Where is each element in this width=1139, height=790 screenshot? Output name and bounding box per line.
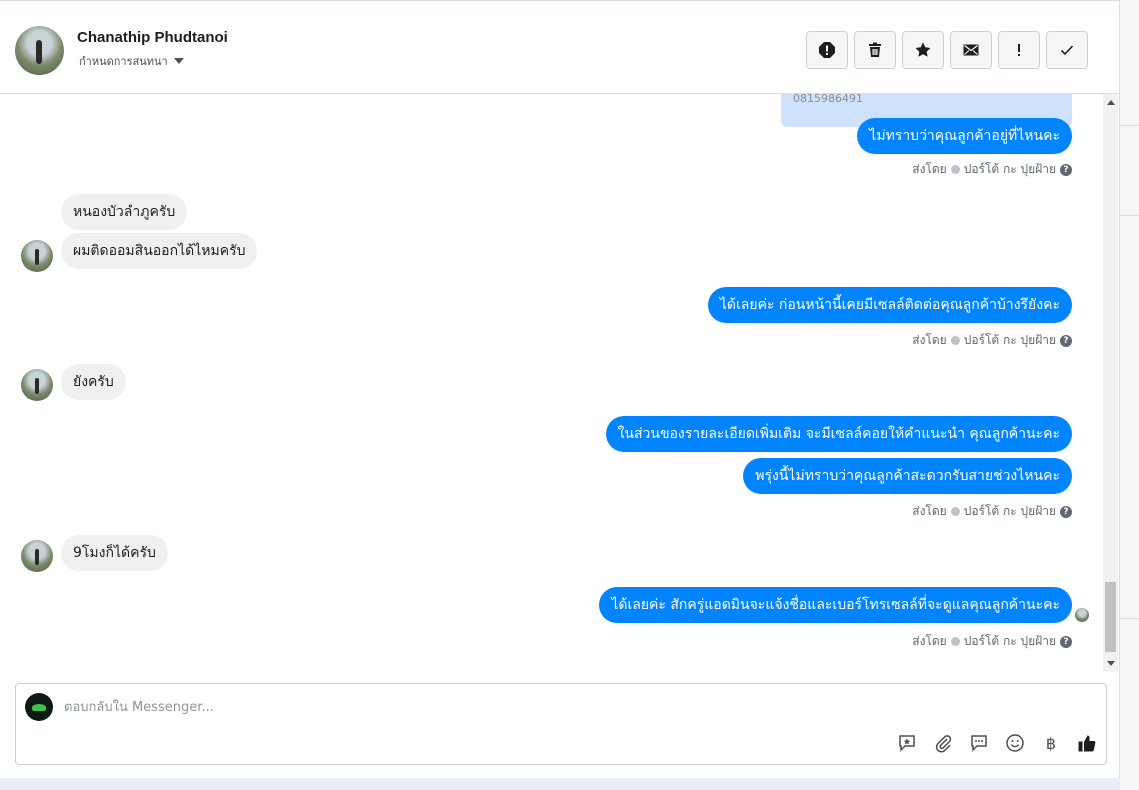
exclamation-icon [1018,44,1020,56]
inbox-conversation-panel: Chanathip Phudtanoi กำหนดการสนทนา 081598… [0,0,1120,778]
incoming-message[interactable]: 9โมงก็ได้ครับ [61,535,168,571]
outgoing-message[interactable]: ในส่วนของรายละเอียดเพิ่มเติม จะมีเซลล์คอ… [605,416,1072,452]
sender-name: ปอร์โต้ กะ ปุยฝ้าย [963,504,1056,518]
baht-icon: ฿ [1045,733,1057,753]
conversation-settings-dropdown[interactable]: กำหนดการสนทนา [79,52,184,70]
divider [1120,215,1139,216]
follow-up-button[interactable] [998,31,1040,69]
thread-scrollbar[interactable] [1103,94,1118,672]
outgoing-message[interactable]: ได้เลยค่ะ ก่อนหน้านี้เคยมีเซลล์ติดต่อคุณ… [707,287,1072,323]
incoming-message[interactable]: ยังครับ [61,364,126,400]
sent-by-label: ส่งโดย [912,162,947,176]
star-icon [915,42,931,57]
sent-by-status: ส่งโดย ปอร์โต้ กะ ปุยฝ้าย ? [912,331,1072,350]
help-icon[interactable]: ? [1060,163,1072,176]
scrollbar-thumb[interactable] [1105,582,1116,652]
conversation-settings-label: กำหนดการสนทนา [79,55,168,68]
help-icon[interactable]: ? [1060,334,1072,347]
delete-button[interactable] [854,31,896,69]
conversation-header: Chanathip Phudtanoi กำหนดการสนทนา [0,0,1120,94]
outgoing-message[interactable]: ไม่ทราบว่าคุณลูกค้าอยู่ที่ไหนคะ [857,118,1072,154]
smiley-icon [1006,734,1024,752]
sent-by-status: ส่งโดย ปอร์โต้ กะ ปุยฝ้าย ? [912,160,1072,179]
saved-reply-button[interactable] [896,732,918,754]
contact-message-avatar [21,369,53,401]
shared-phone-number: 0815986491 [793,94,863,105]
sent-check-icon [950,336,960,345]
incoming-message[interactable]: ผมติดออมสินออกได้ไหมครับ [61,233,258,269]
right-panel-edge [1120,0,1139,790]
sender-name: ปอร์โต้ กะ ปุยฝ้าย [963,333,1056,347]
sender-name: ปอร์โต้ กะ ปุยฝ้าย [963,634,1056,648]
attach-file-button[interactable] [932,732,954,754]
seen-indicator-avatar [1075,608,1089,622]
help-icon[interactable]: ? [1060,505,1072,518]
page-avatar [25,693,53,721]
payment-button[interactable]: ฿ [1040,732,1062,754]
sent-by-status: ส่งโดย ปอร์โต้ กะ ปุยฝ้าย ? [912,502,1072,521]
scroll-down-arrow-icon[interactable] [1107,661,1115,666]
message-thread[interactable]: 0815986491 ไม่ทราบว่าคุณลูกค้าอยู่ที่ไหน… [0,94,1103,672]
caret-down-icon [173,58,184,64]
mark-unread-button[interactable] [950,31,992,69]
mark-done-button[interactable] [1046,31,1088,69]
scroll-up-arrow-icon[interactable] [1107,100,1115,105]
mail-icon [963,44,979,56]
divider [1120,618,1139,619]
sender-name: ปอร์โต้ กะ ปุยฝ้าย [963,162,1056,176]
help-icon[interactable]: ? [1060,635,1072,648]
like-button[interactable] [1076,732,1098,754]
sent-by-label: ส่งโดย [912,333,947,347]
contact-name[interactable]: Chanathip Phudtanoi [77,29,228,46]
sent-by-status: ส่งโดย ปอร์โต้ กะ ปุยฝ้าย ? [912,632,1072,651]
sent-check-icon [950,507,960,516]
chat-bubble-icon [971,735,987,752]
composer-actions: ฿ [896,732,1098,754]
contact-message-avatar [21,240,53,272]
sent-check-icon [950,165,960,174]
paperclip-icon [935,735,952,753]
spam-alert-icon [819,42,835,58]
quick-reply-button[interactable] [968,732,990,754]
thumbs-up-icon [1078,735,1096,752]
mark-spam-button[interactable] [806,31,848,69]
star-button[interactable] [902,31,944,69]
contact-message-avatar [21,540,53,572]
emoji-button[interactable] [1004,732,1026,754]
contact-avatar[interactable] [15,26,64,75]
outgoing-message[interactable]: ได้เลยค่ะ สักครู่แอดมินจะแจ้งชื่อและเบอร… [599,587,1072,623]
sent-by-label: ส่งโดย [912,504,947,518]
check-icon [1060,45,1074,56]
conversation-toolbar [806,31,1088,69]
saved-reply-icon [899,735,915,752]
divider [1120,125,1139,126]
sent-by-label: ส่งโดย [912,634,947,648]
incoming-message[interactable]: หนองบัวลำภูครับ [61,194,188,230]
trash-icon [869,42,881,57]
sent-check-icon [950,637,960,646]
reply-composer: ฿ [15,683,1107,765]
outgoing-message[interactable]: พรุ่งนี้ไม่ทราบว่าคุณลูกค้าสะดวกรับสายช่… [743,458,1072,494]
reply-input[interactable] [64,696,864,718]
